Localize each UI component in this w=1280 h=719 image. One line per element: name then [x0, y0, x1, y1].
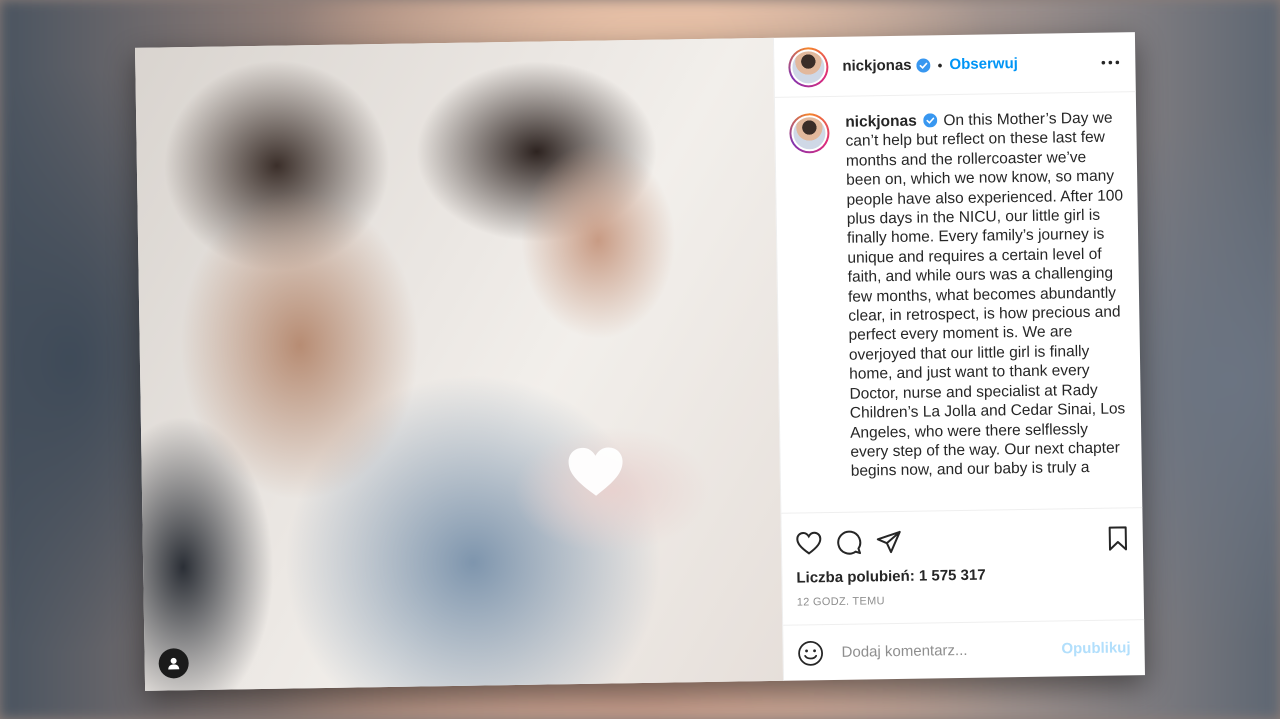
post-sidebar: nickjonas • Obserwuj nickjonas On this M… [772, 32, 1145, 681]
share-icon[interactable] [876, 530, 902, 554]
comment-input[interactable] [839, 639, 1062, 662]
post-photo[interactable] [135, 37, 784, 691]
comment-bar: Opublikuj [783, 619, 1145, 681]
follow-button[interactable]: Obserwuj [949, 55, 1018, 73]
caption-area: nickjonas On this Mother’s Day we can’t … [775, 92, 1142, 513]
post-actions: Liczba polubień: 1 575 317 12 GODZ. TEMU [781, 507, 1144, 609]
caption-username[interactable]: nickjonas [845, 113, 917, 131]
action-icons-row [796, 518, 1130, 563]
verified-badge-icon [916, 58, 931, 73]
comment-icon[interactable] [836, 530, 862, 556]
more-options-icon [1101, 60, 1120, 64]
publish-button[interactable]: Opublikuj [1061, 639, 1130, 657]
more-options-button[interactable] [1099, 51, 1121, 73]
avatar[interactable] [788, 46, 829, 88]
bookmark-icon[interactable] [1107, 525, 1129, 551]
caption-text: On this Mother’s Day we can’t help but r… [845, 109, 1126, 481]
caption-text-block: nickjonas On this Mother’s Day we can’t … [845, 108, 1128, 511]
emoji-icon[interactable] [797, 640, 823, 666]
separator-dot: • [937, 56, 943, 73]
heart-sticker-icon [568, 447, 623, 496]
instagram-post-card: nickjonas • Obserwuj nickjonas On this M… [135, 32, 1145, 691]
user-tag-button[interactable] [158, 648, 189, 679]
likes-count[interactable]: Liczba polubień: 1 575 317 [796, 564, 1129, 587]
verified-badge-icon [923, 113, 938, 128]
post-header: nickjonas • Obserwuj [773, 32, 1136, 98]
heart-like-icon[interactable] [796, 531, 822, 555]
post-timestamp[interactable]: 12 GODZ. TEMU [797, 591, 1130, 608]
user-tag-icon [168, 657, 180, 670]
header-username[interactable]: nickjonas [842, 57, 911, 75]
caption-avatar[interactable] [789, 112, 830, 154]
